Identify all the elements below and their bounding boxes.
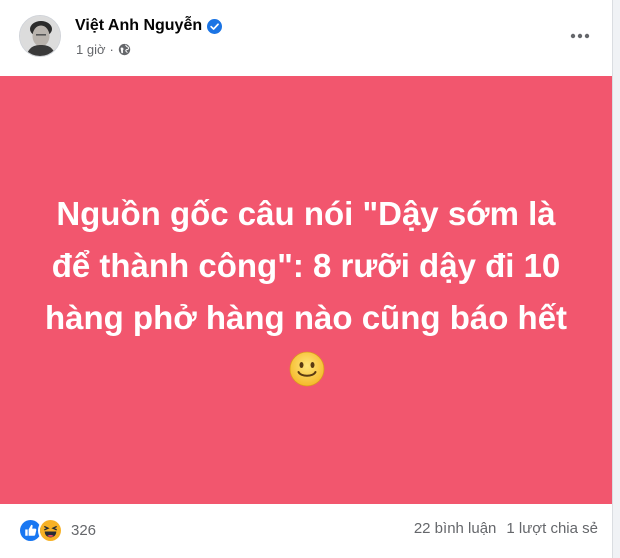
- post-time[interactable]: 1 giờ: [76, 42, 106, 57]
- shares-count-link[interactable]: 1 lượt chia sẻ: [506, 520, 598, 537]
- reactions-summary[interactable]: 326: [18, 517, 97, 543]
- author-line: Việt Anh Nguyễn: [75, 15, 223, 37]
- verified-badge-icon: [207, 18, 223, 34]
- comments-count-link[interactable]: 22 bình luận: [414, 520, 497, 537]
- status-banner[interactable]: Nguồn gốc câu nói "Dậy sớm là để thành c…: [0, 76, 612, 504]
- slightly-smiling-face-icon: [289, 350, 325, 387]
- globe-icon: [118, 43, 131, 56]
- avatar-photo: [20, 16, 60, 56]
- post-footer: 326 22 bình luận 1 lượt chia sẻ: [0, 504, 612, 558]
- post-meta: 1 giờ ·: [76, 40, 131, 58]
- post-card: Việt Anh Nguyễn 1 giờ · Nguồn gốc câu nó…: [0, 0, 613, 558]
- banner-text-block: Nguồn gốc câu nói "Dậy sớm là để thành c…: [36, 188, 576, 396]
- engagement-stats: 22 bình luận 1 lượt chia sẻ: [414, 520, 598, 537]
- author-avatar[interactable]: [19, 15, 61, 57]
- meta-separator: ·: [109, 41, 114, 57]
- post-options-button[interactable]: [564, 20, 596, 52]
- post-header: Việt Anh Nguyễn 1 giờ ·: [0, 0, 612, 76]
- banner-text: Nguồn gốc câu nói "Dậy sớm là để thành c…: [44, 195, 568, 336]
- reaction-count: 326: [71, 521, 97, 539]
- author-name[interactable]: Việt Anh Nguyễn: [75, 17, 202, 35]
- haha-icon: [38, 517, 63, 543]
- more-horizontal-icon: [570, 33, 590, 39]
